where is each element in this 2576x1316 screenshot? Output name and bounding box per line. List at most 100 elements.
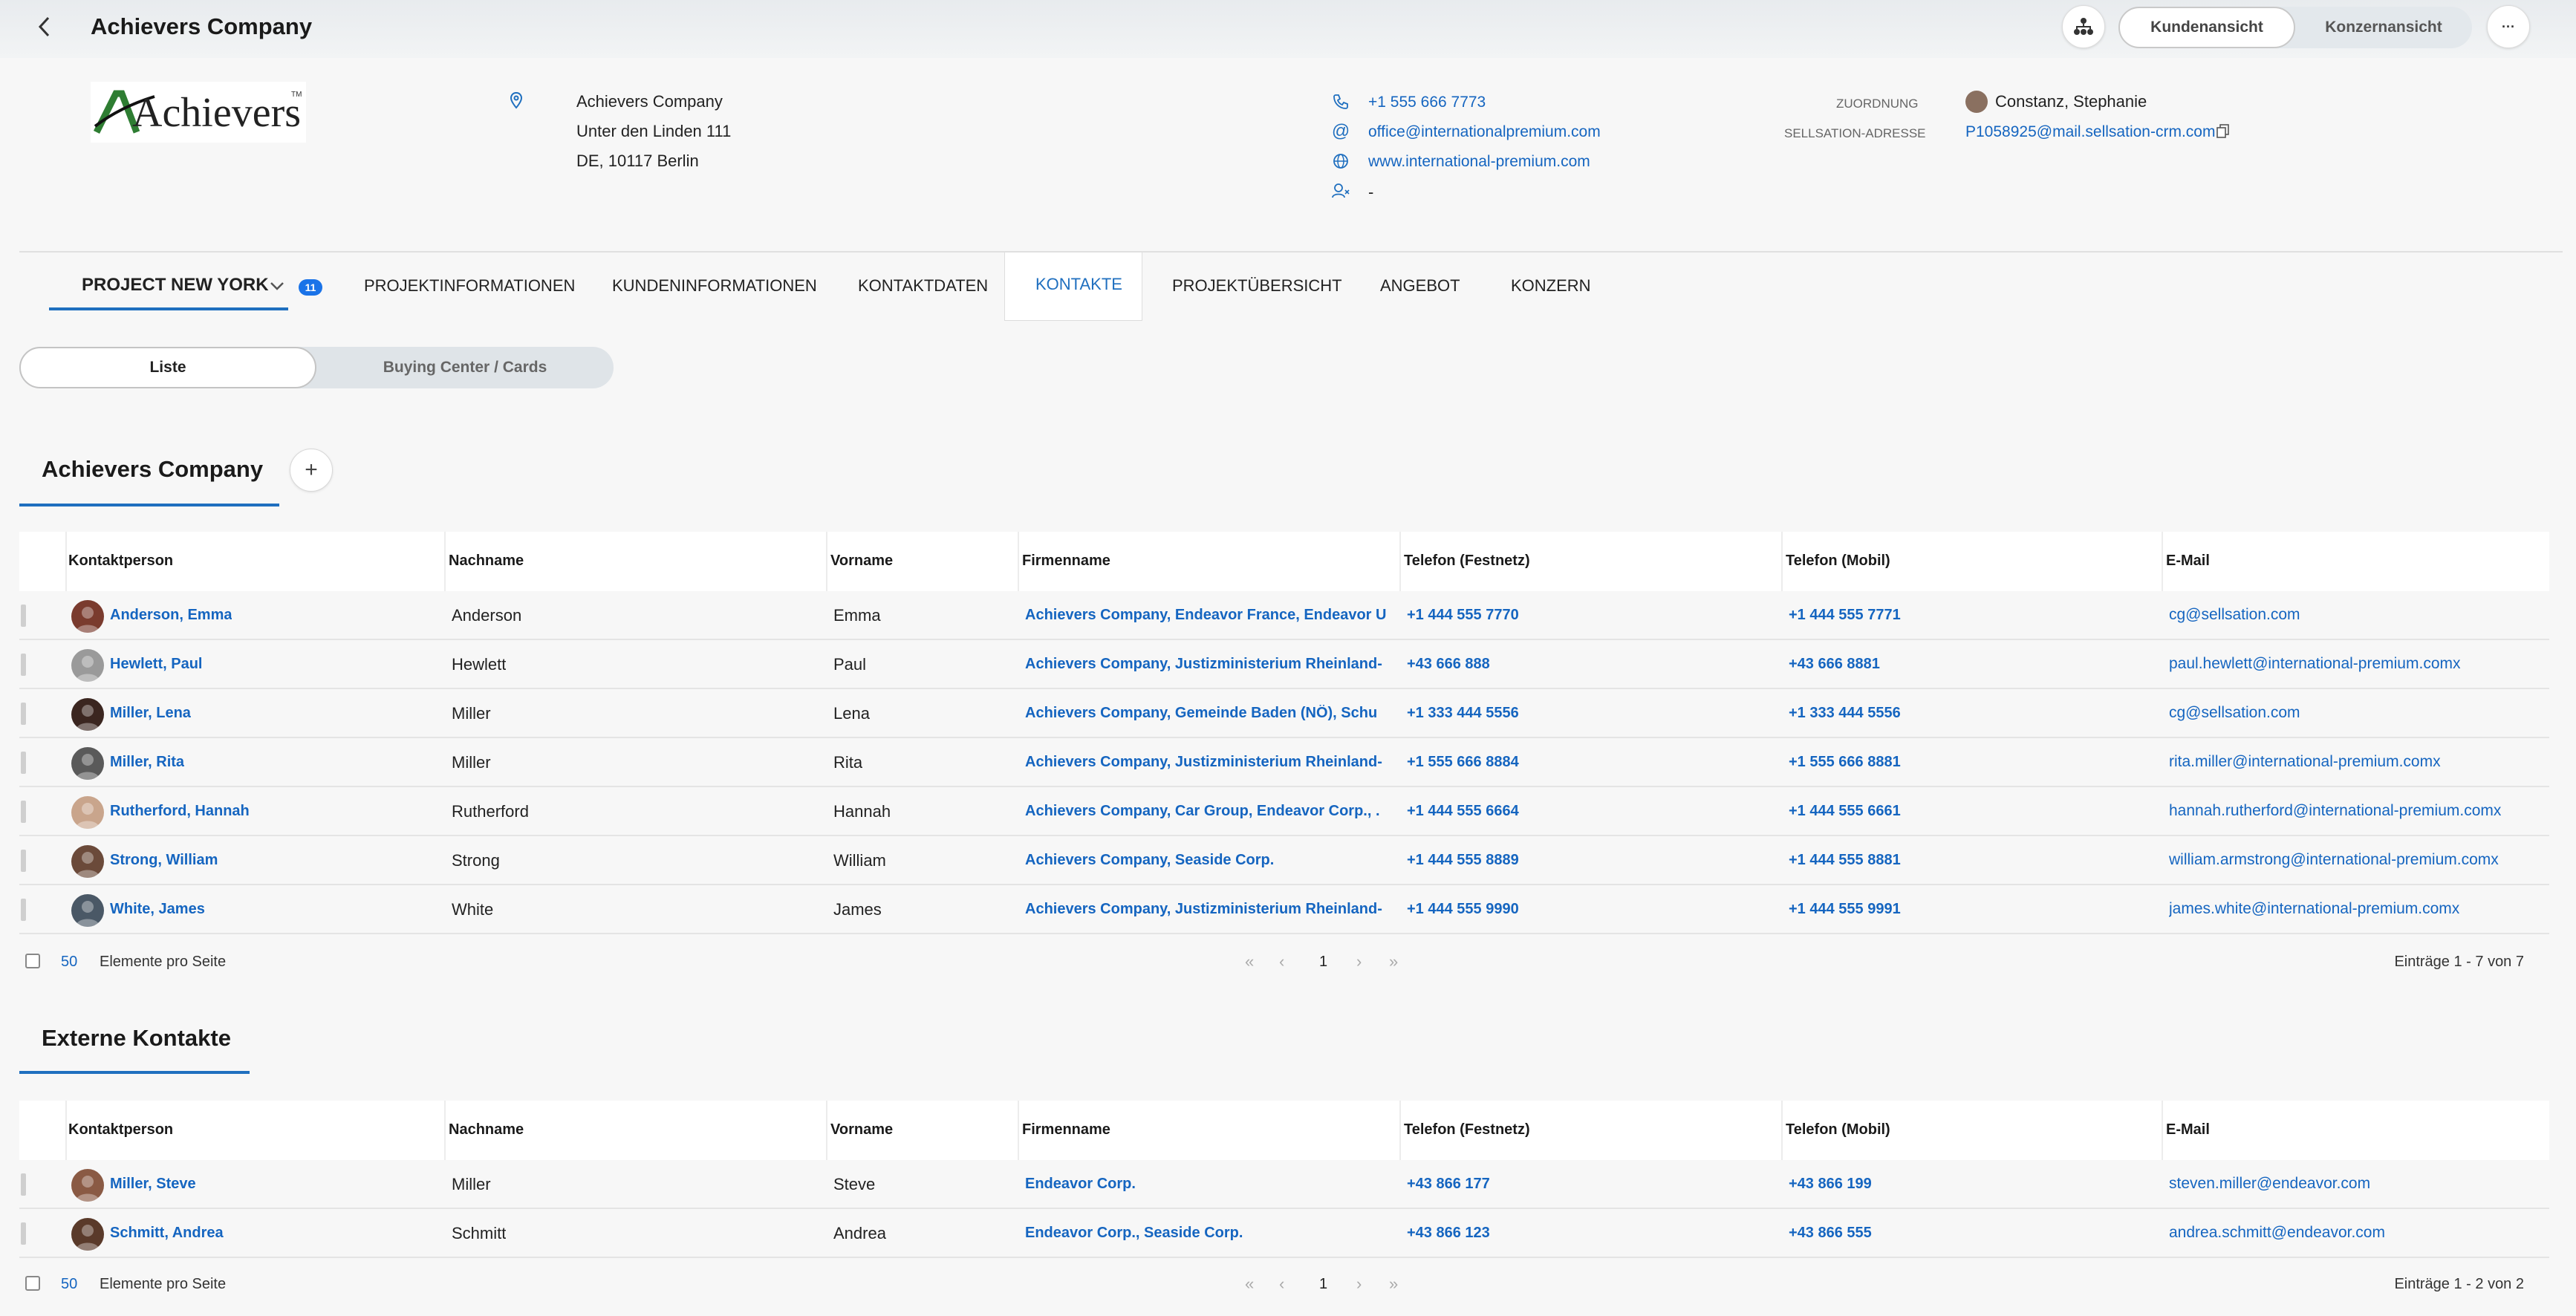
select-all-checkbox[interactable] <box>25 1276 40 1291</box>
row-drag-handle[interactable] <box>21 752 26 774</box>
cell-company[interactable]: Achievers Company, Car Group, Endeavor C… <box>1025 803 1380 820</box>
per-page-select[interactable]: 50 <box>61 954 77 971</box>
assignee-name[interactable]: Constanz, Stephanie <box>1995 92 2147 111</box>
column-header[interactable]: Kontaktperson <box>68 553 173 570</box>
cell-email[interactable]: cg@sellsation.com <box>2169 606 2300 624</box>
table-row[interactable]: Miller, Lena Miller Lena Achievers Company,… <box>19 689 2549 738</box>
row-drag-handle[interactable] <box>21 801 26 823</box>
cell-company[interactable]: Achievers Company, Seaside Corp. <box>1025 852 1274 869</box>
cell-mobile[interactable]: +1 444 555 7771 <box>1789 607 1901 624</box>
next-page-icon[interactable]: › <box>1356 952 1362 971</box>
table-row[interactable]: Strong, William Strong William Achievers Co… <box>19 836 2549 885</box>
table-row[interactable]: Rutherford, Hannah Rutherford Hannah Achiev… <box>19 787 2549 836</box>
back-button[interactable] <box>30 12 59 42</box>
cell-phone[interactable]: +1 444 555 8889 <box>1407 852 1519 869</box>
column-header[interactable]: Vorname <box>830 1121 893 1139</box>
last-page-icon[interactable]: » <box>1389 1274 1398 1294</box>
cell-company[interactable]: Endeavor Corp., Seaside Corp. <box>1025 1225 1243 1242</box>
cell-contact[interactable]: Miller, Lena <box>110 705 191 722</box>
tab-kontaktdaten[interactable]: KONTAKTDATEN <box>858 276 988 296</box>
column-header[interactable]: E-Mail <box>2166 553 2210 570</box>
column-header[interactable]: Firmenname <box>1022 553 1110 570</box>
row-drag-handle[interactable] <box>21 1173 26 1196</box>
row-drag-handle[interactable] <box>21 703 26 725</box>
customer-view-button[interactable]: Kundenansicht <box>2118 7 2295 48</box>
cell-email[interactable]: andrea.schmitt@endeavor.com <box>2169 1224 2385 1242</box>
cell-email[interactable]: paul.hewlett@international-premium.comx <box>2169 655 2461 673</box>
column-header[interactable]: E-Mail <box>2166 1121 2210 1139</box>
tab-konzern[interactable]: KONZERN <box>1511 276 1591 296</box>
row-drag-handle[interactable] <box>21 1222 26 1245</box>
cell-phone[interactable]: +1 444 555 6664 <box>1407 803 1519 820</box>
table-row[interactable]: Miller, Rita Miller Rita Achievers Company,… <box>19 738 2549 787</box>
row-drag-handle[interactable] <box>21 654 26 676</box>
chevron-down-icon[interactable] <box>269 281 285 291</box>
cell-phone[interactable]: +1 444 555 9990 <box>1407 901 1519 918</box>
prev-page-icon[interactable]: ‹ <box>1279 1274 1284 1294</box>
cell-contact[interactable]: Hewlett, Paul <box>110 656 202 673</box>
first-page-icon[interactable]: « <box>1245 1274 1254 1294</box>
cards-view-button[interactable]: Buying Center / Cards <box>316 347 614 388</box>
cell-company[interactable]: Achievers Company, Endeavor France, Ende… <box>1025 607 1386 624</box>
table-row[interactable]: Schmitt, Andrea Schmitt Andrea Endeavor Cor… <box>19 1209 2549 1258</box>
next-page-icon[interactable]: › <box>1356 1274 1362 1294</box>
row-drag-handle[interactable] <box>21 899 26 921</box>
cell-contact[interactable]: Miller, Rita <box>110 754 184 771</box>
first-page-icon[interactable]: « <box>1245 952 1254 971</box>
copy-icon[interactable] <box>2212 120 2234 143</box>
cell-mobile[interactable]: +1 333 444 5556 <box>1789 705 1901 722</box>
cell-company[interactable]: Achievers Company, Justizministerium Rhe… <box>1025 754 1382 771</box>
tab-projektuebersicht[interactable]: PROJEKTÜBERSICHT <box>1172 276 1342 296</box>
table-row[interactable]: White, James White James Achievers Company,… <box>19 885 2549 934</box>
project-selector[interactable]: PROJECT NEW YORK <box>82 275 269 296</box>
select-all-checkbox[interactable] <box>25 954 40 968</box>
column-header[interactable]: Telefon (Festnetz) <box>1404 553 1530 570</box>
company-website-link[interactable]: www.international-premium.com <box>1368 153 1590 171</box>
cell-contact[interactable]: Rutherford, Hannah <box>110 803 250 820</box>
tab-angebot[interactable]: ANGEBOT <box>1380 276 1460 296</box>
column-header[interactable]: Firmenname <box>1022 1121 1110 1139</box>
tab-projektinformationen[interactable]: PROJEKTINFORMATIONEN <box>364 276 575 296</box>
cell-phone[interactable]: +43 666 888 <box>1407 656 1490 673</box>
tab-kundeninformationen[interactable]: KUNDENINFORMATIONEN <box>612 276 817 296</box>
more-options-button[interactable]: ··· <box>2487 5 2530 48</box>
column-header[interactable]: Telefon (Festnetz) <box>1404 1121 1530 1139</box>
column-header[interactable]: Vorname <box>830 553 893 570</box>
column-header[interactable]: Nachname <box>449 1121 524 1139</box>
cell-mobile[interactable]: +43 866 555 <box>1789 1225 1872 1242</box>
column-header[interactable]: Telefon (Mobil) <box>1786 1121 1890 1139</box>
cell-phone[interactable]: +1 444 555 7770 <box>1407 607 1519 624</box>
company-email-link[interactable]: office@internationalpremium.com <box>1368 123 1601 141</box>
cell-company[interactable]: Achievers Company, Gemeinde Baden (NÖ), … <box>1025 705 1377 722</box>
cell-email[interactable]: james.white@international-premium.comx <box>2169 900 2459 918</box>
cell-phone[interactable]: +1 555 666 8884 <box>1407 754 1519 771</box>
last-page-icon[interactable]: » <box>1389 952 1398 971</box>
prev-page-icon[interactable]: ‹ <box>1279 952 1284 971</box>
cell-contact[interactable]: Schmitt, Andrea <box>110 1225 224 1242</box>
per-page-select[interactable]: 50 <box>61 1276 77 1293</box>
table-row[interactable]: Anderson, Emma Anderson Emma Achievers Comp… <box>19 591 2549 640</box>
cell-mobile[interactable]: +1 444 555 9991 <box>1789 901 1901 918</box>
sellsation-address-link[interactable]: P1058925@mail.sellsation-crm.com <box>1965 123 2215 141</box>
cell-company[interactable]: Endeavor Corp. <box>1025 1176 1136 1193</box>
table-row[interactable]: Miller, Steve Miller Steve Endeavor Corp. +4… <box>19 1160 2549 1209</box>
cell-phone[interactable]: +43 866 177 <box>1407 1176 1490 1193</box>
cell-mobile[interactable]: +1 444 555 6661 <box>1789 803 1901 820</box>
cell-mobile[interactable]: +1 555 666 8881 <box>1789 754 1901 771</box>
cell-mobile[interactable]: +43 666 8881 <box>1789 656 1880 673</box>
tab-kontakte[interactable]: KONTAKTE <box>1035 275 1122 294</box>
cell-email[interactable]: steven.miller@endeavor.com <box>2169 1175 2370 1193</box>
list-view-button[interactable]: Liste <box>19 347 316 388</box>
cell-company[interactable]: Achievers Company, Justizministerium Rhe… <box>1025 656 1382 673</box>
cell-contact[interactable]: Anderson, Emma <box>110 607 232 624</box>
cell-company[interactable]: Achievers Company, Justizministerium Rhe… <box>1025 901 1382 918</box>
company-phone-link[interactable]: +1 555 666 7773 <box>1368 94 1486 111</box>
hierarchy-button[interactable] <box>2062 5 2105 48</box>
cell-contact[interactable]: Miller, Steve <box>110 1176 196 1193</box>
cell-email[interactable]: cg@sellsation.com <box>2169 704 2300 722</box>
cell-phone[interactable]: +1 333 444 5556 <box>1407 705 1519 722</box>
cell-mobile[interactable]: +1 444 555 8881 <box>1789 852 1901 869</box>
cell-mobile[interactable]: +43 866 199 <box>1789 1176 1872 1193</box>
row-drag-handle[interactable] <box>21 850 26 872</box>
column-header[interactable]: Nachname <box>449 553 524 570</box>
